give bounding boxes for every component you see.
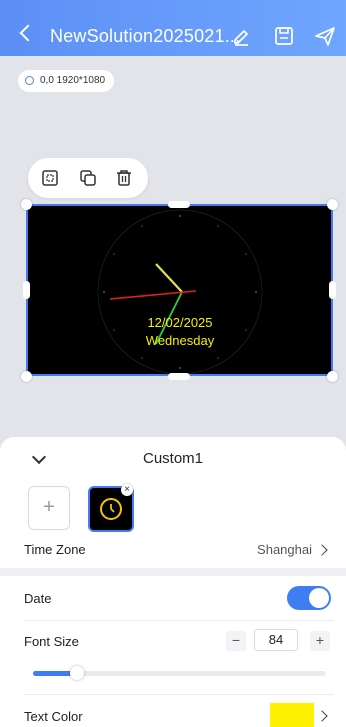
date-toggle[interactable] (287, 586, 331, 610)
position-icon (25, 76, 34, 85)
hour-hand (155, 263, 183, 293)
text-color-label: Text Color (24, 709, 83, 724)
analog-clock: 12/02/2025 Wednesday (97, 209, 263, 374)
resize-handle-top-left[interactable] (21, 199, 32, 210)
font-size-label: Font Size (24, 634, 79, 649)
pencil-icon[interactable] (230, 25, 252, 47)
font-size-decrease-button[interactable]: − (226, 631, 246, 651)
resize-handle-top[interactable] (168, 201, 190, 208)
date-label: Date (24, 591, 52, 606)
font-size-increase-button[interactable]: + (310, 631, 330, 651)
remove-style-button[interactable]: × (121, 484, 133, 496)
save-icon[interactable] (273, 25, 295, 47)
toggle-knob (309, 588, 329, 608)
time-zone-value[interactable]: Shanghai (257, 542, 312, 557)
slider-handle[interactable] (69, 666, 84, 680)
second-hand (109, 290, 197, 300)
fullscreen-icon[interactable] (41, 169, 59, 187)
divider (24, 694, 334, 695)
resize-handle-right[interactable] (329, 281, 336, 299)
element-toolbar (28, 158, 148, 198)
resolution-badge: 0,0 1920*1080 (18, 70, 115, 92)
section-divider (0, 568, 346, 576)
font-size-input[interactable]: 84 (254, 629, 298, 651)
delete-icon[interactable] (115, 169, 133, 187)
resize-handle-bottom-left[interactable] (21, 371, 32, 382)
clock-weekday: Wednesday (146, 333, 215, 348)
text-color-swatch[interactable] (270, 703, 314, 727)
resize-handle-left[interactable] (23, 281, 30, 299)
resolution-label: 0,0 1920*1080 (40, 75, 106, 86)
solution-title: NewSolution2025021... (50, 26, 241, 46)
resize-handle-top-right[interactable] (327, 199, 338, 210)
clock-element[interactable]: 12/02/2025 Wednesday (26, 204, 333, 376)
clock-date: 12/02/2025 (147, 315, 212, 330)
panel-title: Custom1 (142, 450, 204, 467)
clock-icon (100, 498, 122, 520)
back-icon[interactable] (19, 24, 37, 42)
divider (24, 620, 334, 621)
copy-icon[interactable] (79, 169, 97, 187)
send-icon[interactable] (314, 25, 336, 47)
resize-handle-bottom-right[interactable] (327, 371, 338, 382)
properties-panel (0, 437, 346, 727)
app-header: NewSolution2025021... (0, 0, 346, 56)
add-clock-button[interactable]: + (28, 486, 70, 530)
time-zone-label: Time Zone (24, 542, 86, 557)
resize-handle-bottom[interactable] (168, 373, 190, 380)
